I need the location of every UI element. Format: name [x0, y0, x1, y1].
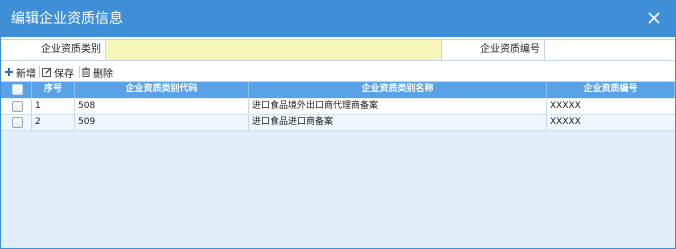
table-row[interactable]: 1 508 进口食品境外出口商代理商备案 XXXXX — [1, 99, 675, 115]
row-seq: 1 — [32, 99, 75, 114]
row-number: XXXXX — [550, 101, 581, 111]
edit-icon — [42, 67, 52, 77]
qualification-type-label: 企业资质类别 — [41, 44, 101, 55]
toolbar-divider — [79, 66, 80, 78]
qualification-grid: 序号 企业资质类别代码 企业资质类别名称 企业资质编号 1 508 进口食品境外… — [1, 81, 675, 248]
plus-icon — [4, 67, 14, 77]
qualification-number-input[interactable] — [544, 40, 675, 60]
header-select-cell — [1, 82, 32, 98]
trash-icon — [81, 67, 91, 77]
row-code: 508 — [75, 99, 249, 114]
column-header-number[interactable]: 企业资质编号 — [547, 82, 675, 98]
grid-toolbar: 新增 保存 删除 — [1, 63, 675, 81]
dialog-title-bar: 编辑企业资质信息 — [1, 1, 675, 37]
row-number: XXXXX — [550, 117, 581, 127]
dialog-title: 编辑企业资质信息 — [11, 11, 123, 27]
table-row[interactable]: 2 509 进口食品进口商备案 XXXXX — [1, 115, 675, 131]
row-name: 进口食品境外出口商代理商备案 — [249, 99, 547, 114]
close-icon[interactable] — [645, 9, 663, 27]
row-checkbox[interactable] — [12, 117, 23, 128]
column-header-seq[interactable]: 序号 — [32, 82, 75, 98]
add-button-label: 新增 — [16, 68, 36, 80]
qualification-type-input[interactable] — [105, 40, 442, 60]
grid-header: 序号 企业资质类别代码 企业资质类别名称 企业资质编号 — [1, 82, 675, 98]
row-select-cell — [1, 99, 32, 114]
delete-button[interactable]: 删除 — [81, 65, 113, 80]
toolbar-divider — [39, 66, 40, 78]
row-seq: 2 — [32, 115, 75, 130]
row-select-cell — [1, 115, 32, 130]
filter-form-row: 企业资质类别 企业资质编号 — [1, 39, 675, 61]
save-button-label: 保存 — [54, 68, 74, 80]
row-checkbox[interactable] — [12, 101, 23, 112]
column-header-name[interactable]: 企业资质类别名称 — [249, 82, 547, 98]
row-name: 进口食品进口商备案 — [249, 115, 547, 130]
qualification-number-label: 企业资质编号 — [480, 44, 540, 55]
select-all-checkbox[interactable] — [12, 84, 23, 95]
save-button[interactable]: 保存 — [42, 65, 74, 80]
delete-button-label: 删除 — [93, 68, 113, 80]
edit-qualification-dialog: 编辑企业资质信息 企业资质类别 企业资质编号 新增 保存 删除 序号 企业资质类… — [0, 0, 676, 249]
add-button[interactable]: 新增 — [4, 65, 36, 80]
row-code: 509 — [75, 115, 249, 130]
column-header-code[interactable]: 企业资质类别代码 — [75, 82, 249, 98]
